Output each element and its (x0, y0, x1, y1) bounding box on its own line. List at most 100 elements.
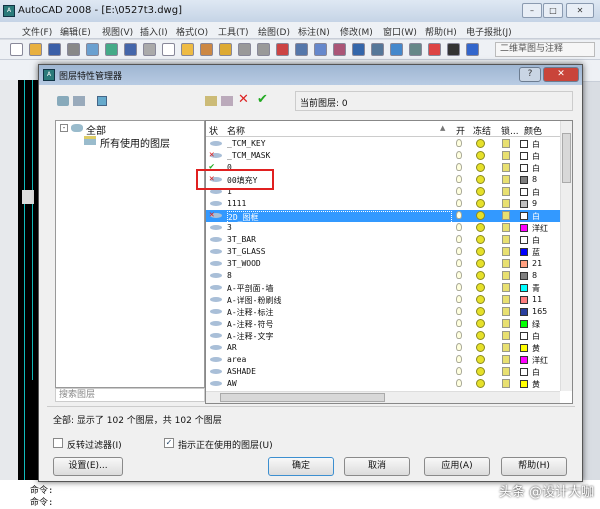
vertical-scrollbar[interactable] (560, 121, 572, 391)
delete-layer-icon[interactable]: ✕ (238, 92, 249, 107)
lightbulb-icon[interactable] (456, 223, 462, 231)
menu-item[interactable]: 窗口(W) (383, 25, 417, 38)
sun-icon[interactable] (476, 295, 485, 304)
toolbar-button-icon[interactable] (295, 43, 308, 56)
toolbar-button-icon[interactable] (428, 43, 441, 56)
layer-row[interactable]: A-注释-符号 绿 (206, 318, 560, 330)
unlock-icon[interactable] (502, 331, 510, 340)
lightbulb-icon[interactable] (456, 175, 462, 183)
unlock-icon[interactable] (502, 367, 510, 376)
menu-item[interactable]: 视图(V) (102, 25, 133, 38)
color-swatch[interactable] (520, 356, 528, 364)
lightbulb-icon[interactable] (456, 139, 462, 147)
color-swatch[interactable] (520, 320, 528, 328)
color-swatch[interactable] (520, 368, 528, 376)
unlock-icon[interactable] (502, 199, 510, 208)
unlock-icon[interactable] (502, 211, 510, 220)
lightbulb-icon[interactable] (456, 151, 462, 159)
unlock-icon[interactable] (502, 235, 510, 244)
layer-name[interactable]: AW (227, 379, 237, 388)
unlock-icon[interactable] (502, 247, 510, 256)
lightbulb-icon[interactable] (456, 295, 462, 303)
layer-row[interactable]: A-平剖面-墙 青 (206, 282, 560, 294)
lightbulb-icon[interactable] (456, 199, 462, 207)
color-swatch[interactable] (520, 380, 528, 388)
toolbar-button-icon[interactable] (219, 43, 232, 56)
toolbar-button-icon[interactable] (409, 43, 422, 56)
set-current-icon[interactable]: ✔ (257, 92, 268, 107)
sun-icon[interactable] (476, 199, 485, 208)
sun-icon[interactable] (476, 223, 485, 232)
column-on[interactable]: 开 (456, 124, 465, 137)
sun-icon[interactable] (476, 163, 485, 172)
lightbulb-icon[interactable] (456, 247, 462, 255)
layer-row[interactable]: ✕ _TCM_MASK 白 (206, 150, 560, 162)
lightbulb-icon[interactable] (456, 367, 462, 375)
toolbar-button-icon[interactable] (352, 43, 365, 56)
toolbar-button-icon[interactable] (48, 43, 61, 56)
layer-row[interactable]: A-详图-粉刷线 11 (206, 294, 560, 306)
toolbar-button-icon[interactable] (143, 43, 156, 56)
layer-row[interactable]: 88 (206, 270, 560, 282)
unlock-icon[interactable] (502, 283, 510, 292)
lightbulb-icon[interactable] (456, 187, 462, 195)
horizontal-scrollbar[interactable] (206, 391, 560, 403)
lightbulb-icon[interactable] (456, 319, 462, 327)
menu-item[interactable]: 文件(F) (22, 25, 52, 38)
layer-name[interactable]: ASHADE (227, 367, 256, 376)
layer-name[interactable]: A-详图-粉刷线 (227, 295, 281, 306)
color-swatch[interactable] (520, 188, 528, 196)
tree-item-used-layers[interactable]: 所有使用的图层 (100, 135, 170, 150)
layer-row[interactable]: ✕ 2D_图框白 (206, 210, 560, 224)
menu-item[interactable]: 绘图(D) (258, 25, 290, 38)
color-swatch[interactable] (520, 200, 528, 208)
layer-name[interactable]: A-注释-标注 (227, 307, 273, 318)
column-lock[interactable]: 锁... (501, 124, 519, 137)
layer-name[interactable]: 1111 (227, 199, 246, 208)
sun-icon[interactable] (476, 211, 485, 220)
color-swatch[interactable] (520, 236, 528, 244)
layer-row[interactable]: 3T_GLASS 蓝 (206, 246, 560, 258)
layer-row[interactable]: AR 黄 (206, 342, 560, 354)
sun-icon[interactable] (476, 367, 485, 376)
unlock-icon[interactable] (502, 271, 510, 280)
lightbulb-icon[interactable] (456, 307, 462, 315)
layer-name[interactable]: A-平剖面-墙 (227, 283, 273, 294)
column-color[interactable]: 颜色 (524, 124, 542, 137)
toolbar-button-icon[interactable] (105, 43, 118, 56)
sun-icon[interactable] (476, 331, 485, 340)
toolbar-button-icon[interactable] (29, 43, 42, 56)
sun-icon[interactable] (476, 343, 485, 352)
sun-icon[interactable] (476, 139, 485, 148)
layer-name[interactable]: 3T_GLASS (227, 247, 266, 256)
lightbulb-icon[interactable] (456, 343, 462, 351)
unlock-icon[interactable] (502, 151, 510, 160)
color-swatch[interactable] (520, 284, 528, 292)
lightbulb-icon[interactable] (456, 211, 462, 219)
indicate-used-checkbox[interactable]: ✓ (164, 438, 174, 448)
menu-item[interactable]: 格式(O) (176, 25, 208, 38)
unlock-icon[interactable] (502, 307, 510, 316)
sun-icon[interactable] (476, 259, 485, 268)
drawing-area[interactable] (18, 80, 40, 509)
lightbulb-icon[interactable] (456, 379, 462, 387)
color-swatch[interactable] (520, 224, 528, 232)
cancel-button[interactable]: 取消 (344, 457, 410, 476)
lightbulb-icon[interactable] (456, 235, 462, 243)
unlock-icon[interactable] (502, 163, 510, 172)
toolbar-button-icon[interactable] (314, 43, 327, 56)
layer-name[interactable]: AR (227, 343, 237, 352)
layer-row[interactable]: A-注释-文字 白 (206, 330, 560, 342)
column-status[interactable]: 状 (209, 124, 218, 137)
layer-name[interactable]: A-注释-符号 (227, 319, 273, 330)
close-icon[interactable]: ✕ (543, 67, 579, 82)
layer-row[interactable]: ASHADE 白 (206, 366, 560, 378)
sun-icon[interactable] (476, 271, 485, 280)
sun-icon[interactable] (476, 319, 485, 328)
lightbulb-icon[interactable] (456, 283, 462, 291)
color-swatch[interactable] (520, 164, 528, 172)
close-button[interactable]: ✕ (566, 3, 594, 18)
layer-name[interactable]: _TCM_MASK (227, 151, 270, 160)
new-property-filter-icon[interactable] (57, 96, 69, 106)
color-swatch[interactable] (520, 140, 528, 148)
